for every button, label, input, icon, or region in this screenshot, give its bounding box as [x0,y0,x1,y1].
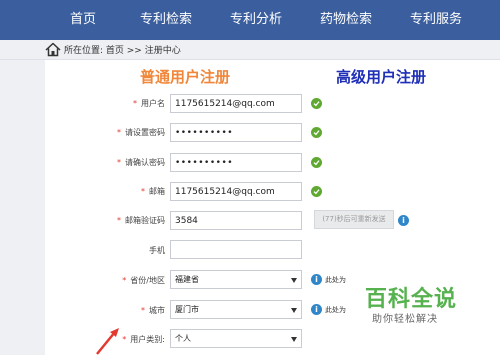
province-select[interactable]: 福建省 [170,270,302,289]
arrow-annotation-icon [96,328,119,355]
home-icon [45,42,61,57]
nav-item-home[interactable]: 首页 [70,0,96,40]
watermark-title: 百科全说 [365,287,458,312]
province-hint: 此处为 [325,276,346,284]
breadcrumb: 所在位置: 首页 >> 注册中心 [64,46,181,56]
email-code-label: * 邮箱验证码 [117,216,165,225]
check-icon [311,157,322,168]
required-mark: * [117,158,121,167]
city-hint: 此处为 [325,306,346,314]
city-label: * 城市 [141,306,165,315]
username-input[interactable]: 1175615214@qq.com [170,94,302,113]
email-code-input[interactable]: 3584 [170,211,302,230]
tab-normal-register[interactable]: 普通用户注册 [140,66,230,87]
check-icon [311,127,322,138]
required-mark: * [141,306,145,315]
check-icon [311,186,322,197]
email-label: * 邮箱 [141,187,165,196]
password-input[interactable]: •••••••••• [170,123,302,142]
required-mark: * [133,99,137,108]
breadcrumb-bar: 所在位置: 首页 >> 注册中心 [0,40,500,60]
top-nav: 首页 专利检索 专利分析 药物检索 专利服务 [0,0,500,40]
nav-item-patent-analysis[interactable]: 专利分析 [230,0,282,40]
phone-label: 手机 [149,246,165,255]
watermark-subtitle: 助你轻松解决 [372,314,438,325]
required-mark: * [117,128,121,137]
province-label: * 省份/地区 [122,276,165,285]
password-label: * 请设置密码 [117,128,165,137]
check-icon [311,98,322,109]
email-input[interactable]: 1175615214@qq.com [170,182,302,201]
nav-item-patent-search[interactable]: 专利检索 [140,0,192,40]
required-mark: * [117,216,121,225]
info-icon: i [311,274,322,285]
user-type-label: * 用户类别: [122,335,165,344]
phone-input[interactable] [170,240,302,259]
confirm-password-input[interactable]: •••••••••• [170,153,302,172]
required-mark: * [141,187,145,196]
chevron-down-icon [291,308,297,313]
resend-code-button[interactable]: (77)秒后可重新发送 [314,210,394,229]
required-mark: * [122,276,127,285]
confirm-password-label: * 请确认密码 [117,158,165,167]
username-label: * 用户名 [133,99,165,108]
info-icon: i [398,215,409,226]
chevron-down-icon [291,278,297,283]
nav-item-drug-search[interactable]: 药物检索 [320,0,372,40]
info-icon: i [311,304,322,315]
nav-item-patent-service[interactable]: 专利服务 [410,0,462,40]
user-type-select[interactable]: 个人 [170,329,302,348]
chevron-down-icon [291,337,297,342]
city-select[interactable]: 厦门市 [170,300,302,319]
tab-advanced-register[interactable]: 高级用户注册 [336,66,426,87]
